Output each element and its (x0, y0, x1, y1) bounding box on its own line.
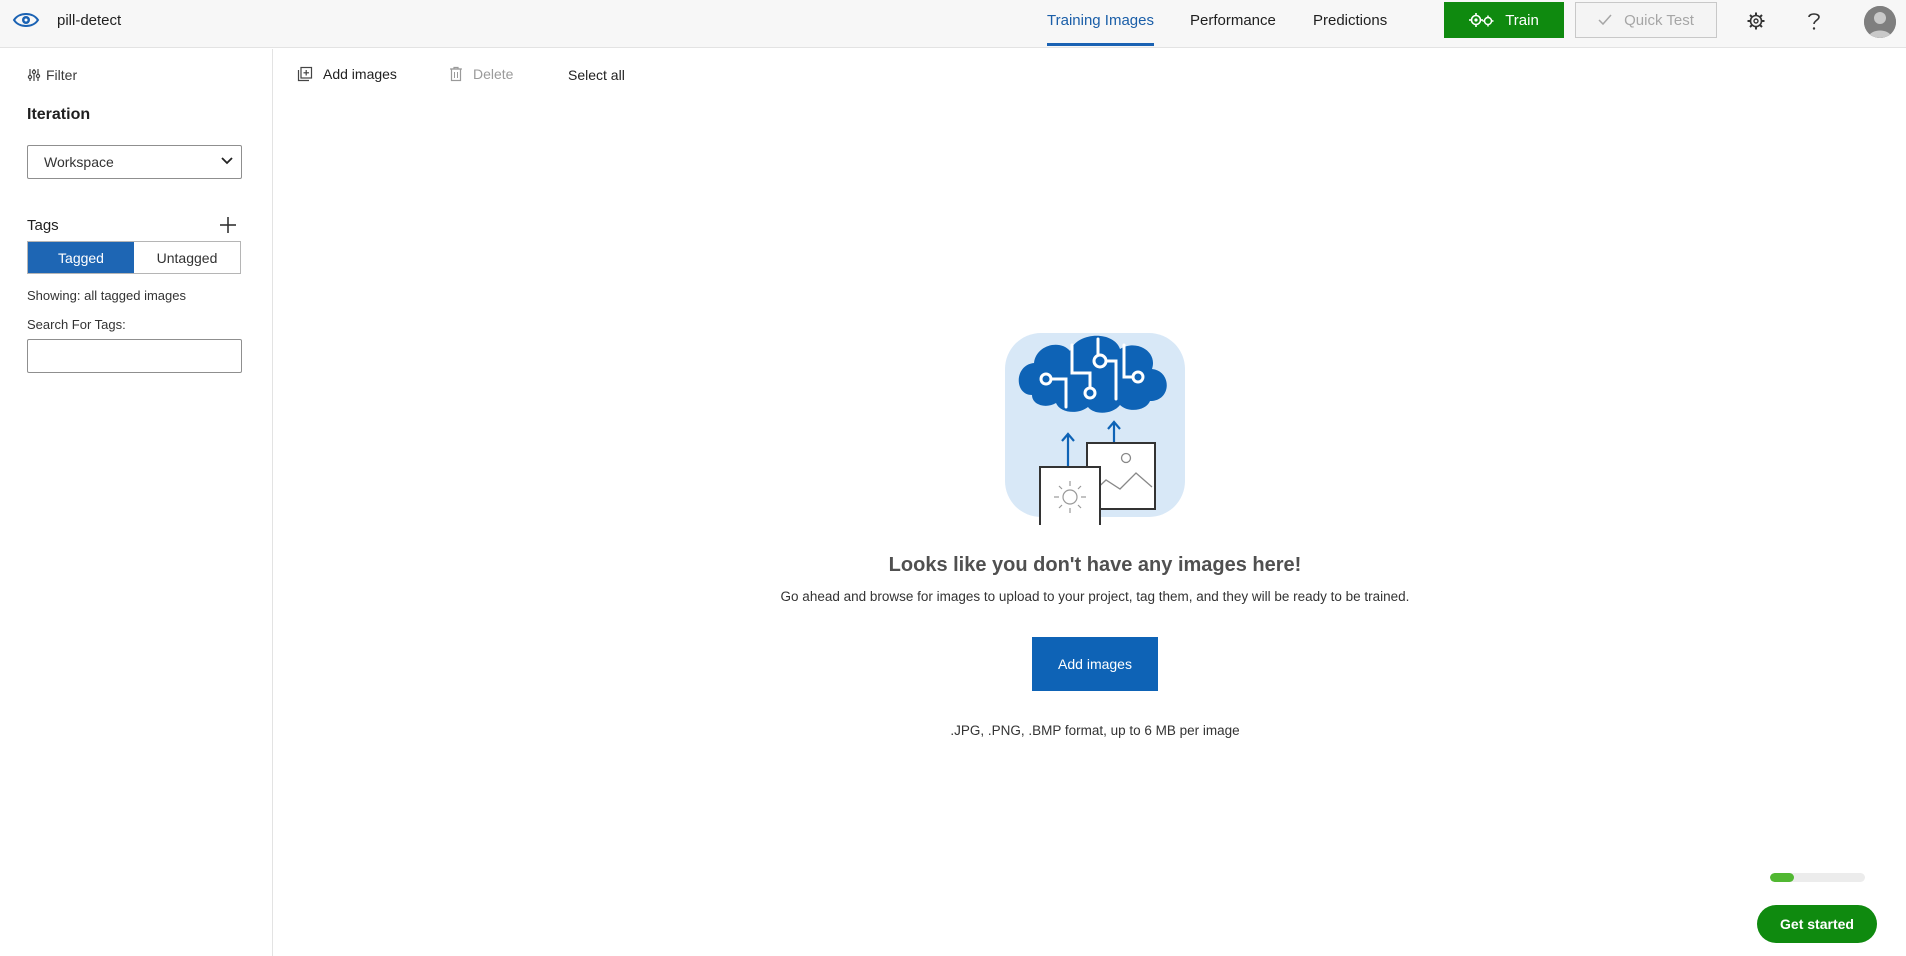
top-bar: pill-detect Training Images Performance … (0, 0, 1906, 48)
delete-button[interactable]: Delete (449, 66, 513, 82)
onboarding-progress-fill (1770, 873, 1794, 882)
add-images-toolbar-label: Add images (323, 66, 397, 82)
add-images-toolbar-button[interactable]: Add images (297, 66, 397, 82)
sidebar: Filter Iteration Workspace Tags Tagged U… (0, 49, 273, 956)
delete-label: Delete (473, 66, 514, 82)
add-image-icon (297, 66, 313, 82)
tagged-option[interactable]: Tagged (28, 242, 134, 273)
get-started-button[interactable]: Get started (1757, 905, 1877, 943)
select-all-button[interactable]: Select all (568, 67, 625, 83)
gears-icon (1469, 13, 1494, 27)
help-icon[interactable] (1802, 9, 1826, 33)
onboarding-progress-bar (1770, 873, 1865, 882)
tags-heading: Tags (27, 217, 59, 234)
iteration-select[interactable]: Workspace (27, 145, 242, 179)
filter-label: Filter (46, 67, 78, 83)
quick-test-button[interactable]: Quick Test (1575, 2, 1717, 38)
tag-filter-toggle: Tagged Untagged (27, 241, 241, 274)
iteration-heading: Iteration (27, 106, 91, 123)
avatar[interactable] (1864, 6, 1896, 38)
brain-upload-illustration (1005, 333, 1185, 525)
untagged-option[interactable]: Untagged (134, 242, 240, 273)
chevron-down-icon (221, 157, 233, 165)
project-name[interactable]: pill-detect (57, 12, 121, 29)
empty-state-subtitle: Go ahead and browse for images to upload… (780, 589, 1410, 604)
empty-state-title: Looks like you don't have any images her… (888, 554, 1302, 576)
gear-icon[interactable] (1744, 9, 1768, 33)
supported-formats-text: .JPG, .PNG, .BMP format, up to 6 MB per … (950, 723, 1240, 738)
tab-predictions[interactable]: Predictions (1313, 12, 1387, 46)
search-tags-input[interactable] (27, 339, 242, 373)
add-tag-icon[interactable] (218, 215, 238, 235)
iteration-value: Workspace (44, 154, 114, 170)
add-images-button[interactable]: Add images (1032, 637, 1158, 691)
check-icon (1598, 14, 1612, 26)
tab-training-images[interactable]: Training Images (1047, 12, 1154, 46)
filter-icon (27, 69, 41, 81)
search-tags-label: Search For Tags: (27, 317, 126, 332)
tab-performance[interactable]: Performance (1190, 12, 1276, 46)
filter-button[interactable]: Filter (27, 67, 77, 83)
train-label: Train (1505, 11, 1539, 29)
showing-text: Showing: all tagged images (27, 288, 186, 303)
trash-icon (450, 66, 462, 82)
eye-icon[interactable] (12, 8, 40, 32)
train-button[interactable]: Train (1444, 2, 1564, 38)
quick-test-label: Quick Test (1624, 11, 1694, 29)
